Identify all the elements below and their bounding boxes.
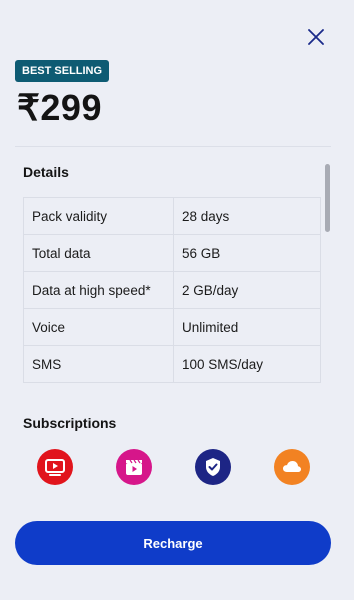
subscriptions-heading: Subscriptions bbox=[23, 415, 117, 431]
table-row: Voice Unlimited bbox=[23, 308, 321, 346]
close-icon bbox=[308, 29, 324, 45]
detail-value: 2 GB/day bbox=[173, 271, 321, 309]
detail-value: Unlimited bbox=[173, 308, 321, 346]
scrollbar-thumb[interactable] bbox=[325, 164, 330, 232]
table-row: Data at high speed* 2 GB/day bbox=[23, 271, 321, 309]
table-row: Pack validity 28 days bbox=[23, 197, 321, 235]
detail-label: Total data bbox=[23, 234, 174, 272]
recharge-button[interactable]: Recharge bbox=[15, 521, 331, 565]
detail-label: Data at high speed* bbox=[23, 271, 174, 309]
details-heading: Details bbox=[23, 164, 69, 180]
table-row: SMS 100 SMS/day bbox=[23, 345, 321, 383]
close-button[interactable] bbox=[303, 24, 329, 50]
divider bbox=[15, 146, 331, 147]
detail-value: 28 days bbox=[173, 197, 321, 235]
plan-price: ₹299 bbox=[17, 87, 102, 128]
clapperboard-icon[interactable] bbox=[116, 449, 152, 485]
video-play-icon[interactable] bbox=[37, 449, 73, 485]
cloud-icon[interactable] bbox=[274, 449, 310, 485]
detail-label: Voice bbox=[23, 308, 174, 346]
table-row: Total data 56 GB bbox=[23, 234, 321, 272]
best-selling-badge: BEST SELLING bbox=[15, 60, 110, 82]
detail-label: SMS bbox=[23, 345, 174, 383]
subscription-icons bbox=[37, 449, 321, 485]
detail-value: 100 SMS/day bbox=[173, 345, 321, 383]
detail-value: 56 GB bbox=[173, 234, 321, 272]
shield-check-icon[interactable] bbox=[195, 449, 231, 485]
detail-label: Pack validity bbox=[23, 197, 174, 235]
details-table: Pack validity 28 days Total data 56 GB D… bbox=[23, 197, 321, 383]
